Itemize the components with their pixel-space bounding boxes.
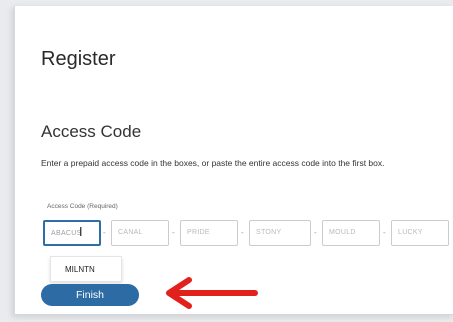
separator: - (103, 228, 106, 237)
red-arrow-icon (166, 277, 258, 309)
separator: - (241, 228, 244, 237)
separator: - (172, 228, 175, 237)
register-page: Register Access Code Enter a prepaid acc… (14, 6, 453, 315)
access-code-box-1[interactable]: ABACUS (43, 220, 101, 246)
access-code-box-4[interactable]: STONY (249, 220, 311, 246)
separator: - (314, 228, 317, 237)
autocomplete-suggestion[interactable]: MILNTN (50, 256, 122, 282)
section-title: Access Code (41, 122, 142, 141)
access-code-label: Access Code (Required) (47, 203, 118, 210)
access-code-box-5[interactable]: MOULD (322, 220, 380, 246)
finish-button[interactable]: Finish (41, 284, 139, 306)
access-code-box-6[interactable]: LUCKY (391, 220, 449, 246)
instructions-text: Enter a prepaid access code in the boxes… (41, 158, 385, 168)
separator: - (383, 228, 386, 237)
page-title: Register (41, 48, 116, 70)
text-cursor-icon: I (79, 225, 83, 239)
access-code-box-3[interactable]: PRIDE (180, 220, 238, 246)
access-code-box-2[interactable]: CANAL (111, 220, 169, 246)
